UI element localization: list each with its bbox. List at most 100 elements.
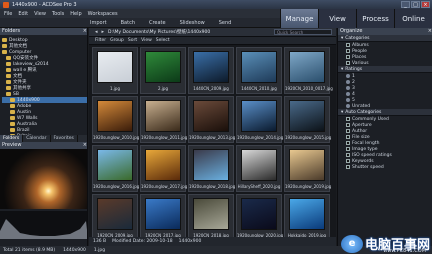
thumbnail-image <box>97 100 133 132</box>
thumbnail-image <box>145 198 181 230</box>
menu-help[interactable]: Help <box>70 11 81 17</box>
thumbnail[interactable]: 1440CN_2009.jpg <box>188 47 234 94</box>
thumbnail[interactable]: 1920sunglow_2013.jpg <box>188 96 235 143</box>
auto-category-label: Aperture <box>352 122 372 128</box>
thumbnail[interactable]: 1.jpg <box>92 47 138 94</box>
checkbox-icon <box>346 117 350 121</box>
slideshow-button[interactable]: Slideshow <box>180 20 205 26</box>
rating-icon <box>346 74 350 78</box>
thumbnail-image <box>289 51 325 83</box>
thumbnail[interactable]: 1920CN_2017.jpg <box>140 194 186 241</box>
tab-favorites[interactable]: Favorites <box>51 135 78 142</box>
folder-path[interactable]: D:\My Documents\My Pictures\壁纸\1440x900 <box>108 29 210 35</box>
auto-category-item[interactable]: Shutter speed <box>338 164 432 170</box>
selected-folder: 1440x900 <box>63 247 86 253</box>
select-menu[interactable]: Select <box>156 38 170 43</box>
menu-edit[interactable]: Edit <box>18 11 28 17</box>
auto-categories-section[interactable]: ▾ Auto Categories <box>338 109 432 116</box>
create-button[interactable]: Create <box>149 20 166 26</box>
checkbox-icon <box>346 135 350 139</box>
auto-categories-title: Auto Categories <box>345 109 382 115</box>
rating-icon <box>346 104 350 108</box>
menu-tools[interactable]: Tools <box>52 11 64 17</box>
thumbnail[interactable]: HillarySheff_2020.jpg <box>236 145 282 192</box>
folder-icon <box>2 50 7 54</box>
view-menu[interactable]: View <box>141 38 152 43</box>
folder-label: Austin <box>17 109 32 115</box>
thumbnail-caption: 1920sunglow_2016.jpg <box>93 184 140 189</box>
batch-button[interactable]: Batch <box>121 20 135 26</box>
total-items: Total 21 items (8.9 MB) <box>3 247 56 253</box>
close-icon[interactable]: × <box>428 28 432 35</box>
thumbnail[interactable]: 1920sunglow_2020.jpg <box>236 194 283 241</box>
thumbnail[interactable]: 1920CN_2009.jpg <box>92 194 138 241</box>
folder-label: lakeview_s2014 <box>13 61 49 67</box>
ratings-section[interactable]: ▾ Ratings <box>338 66 432 73</box>
tab-view[interactable]: View <box>318 9 356 28</box>
folder-icon <box>6 86 11 90</box>
thumbnail[interactable]: 1920sunglow_2018.jpg <box>188 145 236 192</box>
thumbnail-image <box>289 100 325 132</box>
thumbnail[interactable]: 1920CN_2018.jpg <box>188 194 234 241</box>
back-icon[interactable]: ◂ <box>95 29 98 35</box>
menu-view[interactable]: View <box>34 11 46 17</box>
checkbox-icon <box>346 55 350 59</box>
thumbnail[interactable]: 1920sunglow_2015.jpg <box>284 96 331 143</box>
folder-icon <box>2 44 7 48</box>
sort-menu[interactable]: Sort <box>128 38 137 43</box>
tab-folders[interactable]: Folders <box>0 135 24 142</box>
app-icon <box>3 1 9 8</box>
folder-icon <box>6 80 11 84</box>
minimize-button[interactable]: _ <box>401 1 410 8</box>
filter-menu[interactable]: Filter <box>95 38 106 43</box>
menu-file[interactable]: File <box>4 11 12 17</box>
folders-title: Folders <box>2 28 21 34</box>
folder-label: 1440x900 <box>17 97 40 103</box>
categories-title: Categories <box>345 35 370 41</box>
thumbnail-caption: 1920sunglow_2010.jpg <box>93 135 140 140</box>
category-label: People <box>352 48 367 54</box>
categories-section[interactable]: ▾ Categories <box>338 35 432 42</box>
thumbnail[interactable]: 1920sunglow_2016.jpg <box>92 145 140 192</box>
thumbnail-image <box>241 198 277 230</box>
tab-manage[interactable]: Manage <box>280 9 318 28</box>
send-button[interactable]: Send <box>219 20 232 26</box>
auto-category-label: Image type <box>352 146 378 152</box>
folder-label: QQ安装文件 <box>13 56 39 61</box>
menu-workspaces[interactable]: Workspaces <box>88 11 118 17</box>
close-icon[interactable]: × <box>83 28 87 35</box>
preview-header: Preview × <box>0 142 87 149</box>
thumbnail-caption: 1920sunglow_2017.jpg <box>141 184 188 189</box>
tab-process[interactable]: Process <box>356 9 394 28</box>
tab-calendar[interactable]: Calendar <box>23 135 51 142</box>
maximize-button[interactable]: □ <box>411 1 420 8</box>
thumbnail-caption: 2.jpg <box>157 86 168 91</box>
thumbnail-caption: 1920sunglow_2011.jpg <box>141 135 188 140</box>
thumbnail[interactable]: 1920CN_2010_0017.jpg <box>284 47 333 94</box>
thumbnail-caption: 1920sunglow_2018.jpg <box>189 184 236 189</box>
rating-icon <box>346 86 350 90</box>
organize-panel: Organize × ▾ Categories Albums People Plac… <box>337 28 432 246</box>
thumbnail[interactable]: Hokkaido_2019.jpg <box>284 194 330 241</box>
forward-icon[interactable]: ▸ <box>102 29 105 35</box>
close-icon[interactable]: × <box>83 142 87 149</box>
tab-online[interactable]: Online <box>394 9 432 28</box>
folder-label: SB <box>13 91 19 97</box>
thumbnail-caption: 1920sunglow_2019.jpg <box>285 184 332 189</box>
thumbnail[interactable]: 1920sunglow_2019.jpg <box>284 145 332 192</box>
checkbox-icon <box>346 147 350 151</box>
thumbnail-image <box>193 51 229 83</box>
thumbnail-image <box>145 149 181 181</box>
thumbnail[interactable]: 1440CN_2010.jpg <box>236 47 282 94</box>
thumbnail-caption: 1440CN_2009.jpg <box>193 86 229 91</box>
thumbnail[interactable]: 2.jpg <box>140 47 186 94</box>
group-menu[interactable]: Group <box>110 38 124 43</box>
thumbnail[interactable]: 1920sunglow_2011.jpg <box>140 96 188 143</box>
thumbnail[interactable]: 1920sunglow_2017.jpg <box>140 145 188 192</box>
close-button[interactable]: × <box>421 1 430 8</box>
import-button[interactable]: Import <box>90 20 107 26</box>
thumbnail[interactable]: 1920sunglow_2014.jpg <box>236 96 283 143</box>
quick-search-input[interactable]: Quick Search <box>274 29 332 35</box>
folder-icon <box>10 122 15 126</box>
thumbnail[interactable]: 1920sunglow_2010.jpg <box>92 96 140 143</box>
